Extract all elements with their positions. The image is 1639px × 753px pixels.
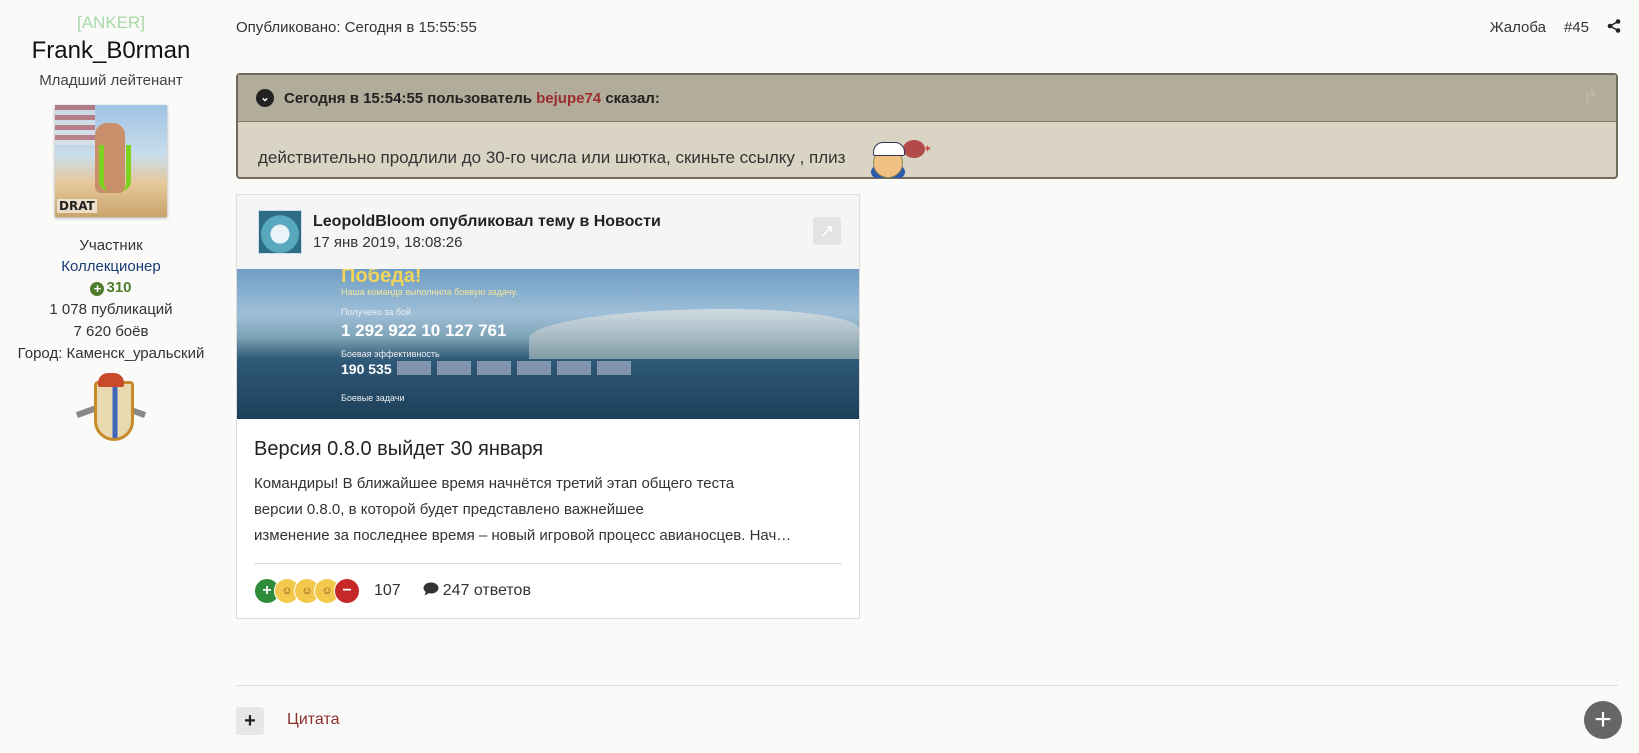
image-earned-label: Получено за бой [341, 307, 412, 317]
quote-block: ⌄ Сегодня в 15:54:55 пользователь bejupe… [236, 73, 1618, 179]
quote-user-link[interactable]: bejupe74 [536, 90, 601, 107]
quote-prefix: Сегодня в 15:54:55 пользователь [284, 89, 532, 107]
embed-excerpt: Командиры! В ближайшее время начнётся тр… [254, 471, 842, 549]
embed-date: 17 янв 2019, 18:08:26 [313, 234, 463, 251]
quote-jump-icon[interactable]: ↱ [1583, 87, 1598, 108]
image-subtitle: Наша команда выполнила боевую задачу. [341, 287, 518, 297]
author-battles: 7 620 боёв [73, 323, 149, 340]
reputation-value: 310 [106, 279, 132, 296]
comment-icon [423, 582, 439, 600]
reputation-plus-icon: + [90, 282, 105, 296]
image-efficiency: 190 535 [341, 361, 392, 377]
embed-author-avatar[interactable] [258, 210, 302, 254]
image-efficiency-label: Боевая эффективность [341, 349, 440, 359]
post-tools: Жалоба #45 [1490, 19, 1621, 36]
share-icon[interactable] [1607, 19, 1621, 36]
embed-author-line[interactable]: LeopoldBloom опубликовал тему в Новости [313, 211, 661, 233]
reactions-count: 107 [374, 582, 401, 599]
author-panel: [ANKER] Frank_B0rman Младший лейтенант D… [0, 12, 222, 453]
author-reputation: +310 [0, 277, 222, 299]
embed-image[interactable]: Победа! Наша команда выполнила боевую за… [237, 269, 859, 419]
author-avatar[interactable]: DRAT [55, 105, 167, 217]
quote-body: действительно продлили до 30-го числа ил… [238, 122, 1616, 194]
comments-count: 247 ответов [442, 582, 531, 599]
post-date: Опубликовано: Сегодня в 15:55:55 [236, 19, 477, 36]
excerpt-line: Командиры! В ближайшее время начнётся тр… [254, 475, 735, 492]
clan-tag[interactable]: [ANKER] [0, 12, 222, 34]
quote-text: действительно продлили до 30-го числа ил… [258, 148, 846, 167]
comments-link[interactable]: 247 ответов [423, 582, 531, 600]
avatar-flag [55, 105, 95, 145]
image-tasks-label: Боевые задачи [341, 393, 405, 403]
author-posts: 1 078 публикаций [49, 301, 173, 318]
external-link-icon[interactable]: ↗ [813, 217, 841, 245]
post-number-link[interactable]: #45 [1564, 19, 1589, 36]
author-username[interactable]: Frank_B0rman [0, 36, 222, 66]
image-ribbons [397, 361, 631, 375]
image-earned: 1 292 922 10 127 761 [341, 321, 507, 340]
sailor-smiley-icon: ✶ [867, 138, 939, 178]
embed-card[interactable]: LeopoldBloom опубликовал тему в Новости … [236, 194, 860, 619]
author-group: Участник [79, 237, 143, 254]
clan-badge-icon [75, 373, 147, 453]
reactions[interactable]: + ☺ ☺ ☺ − [254, 578, 360, 604]
avatar-suit [99, 145, 131, 191]
embed-header: LeopoldBloom опубликовал тему в Новости … [237, 195, 859, 269]
multiquote-plus-button[interactable]: + [236, 707, 264, 735]
post-divider [236, 685, 1618, 686]
excerpt-line: изменение за последнее время – новый игр… [254, 527, 792, 544]
embed-title[interactable]: Версия 0.8.0 выйдет 30 января [254, 435, 842, 463]
image-heading: Победа! [341, 269, 422, 287]
quote-suffix: сказал: [605, 89, 660, 107]
author-rank: Младший лейтенант [39, 72, 183, 89]
report-link[interactable]: Жалоба [1490, 19, 1546, 36]
add-icon[interactable]: + [1584, 701, 1622, 739]
avatar-logo: DRAT [57, 199, 97, 213]
author-city: Город: Каменск_уральский [17, 345, 205, 362]
chevron-down-icon[interactable]: ⌄ [256, 89, 274, 107]
reaction-minus-icon: − [334, 578, 360, 604]
quote-header: ⌄ Сегодня в 15:54:55 пользователь bejupe… [238, 75, 1616, 122]
embed-body: Версия 0.8.0 выйдет 30 января Командиры!… [237, 419, 859, 549]
author-title: Коллекционер [61, 258, 161, 275]
quote-button[interactable]: Цитата [287, 711, 340, 729]
embed-footer: + ☺ ☺ ☺ − 107 247 ответов [254, 563, 842, 604]
excerpt-line: версии 0.8.0, в которой будет представле… [254, 501, 644, 518]
